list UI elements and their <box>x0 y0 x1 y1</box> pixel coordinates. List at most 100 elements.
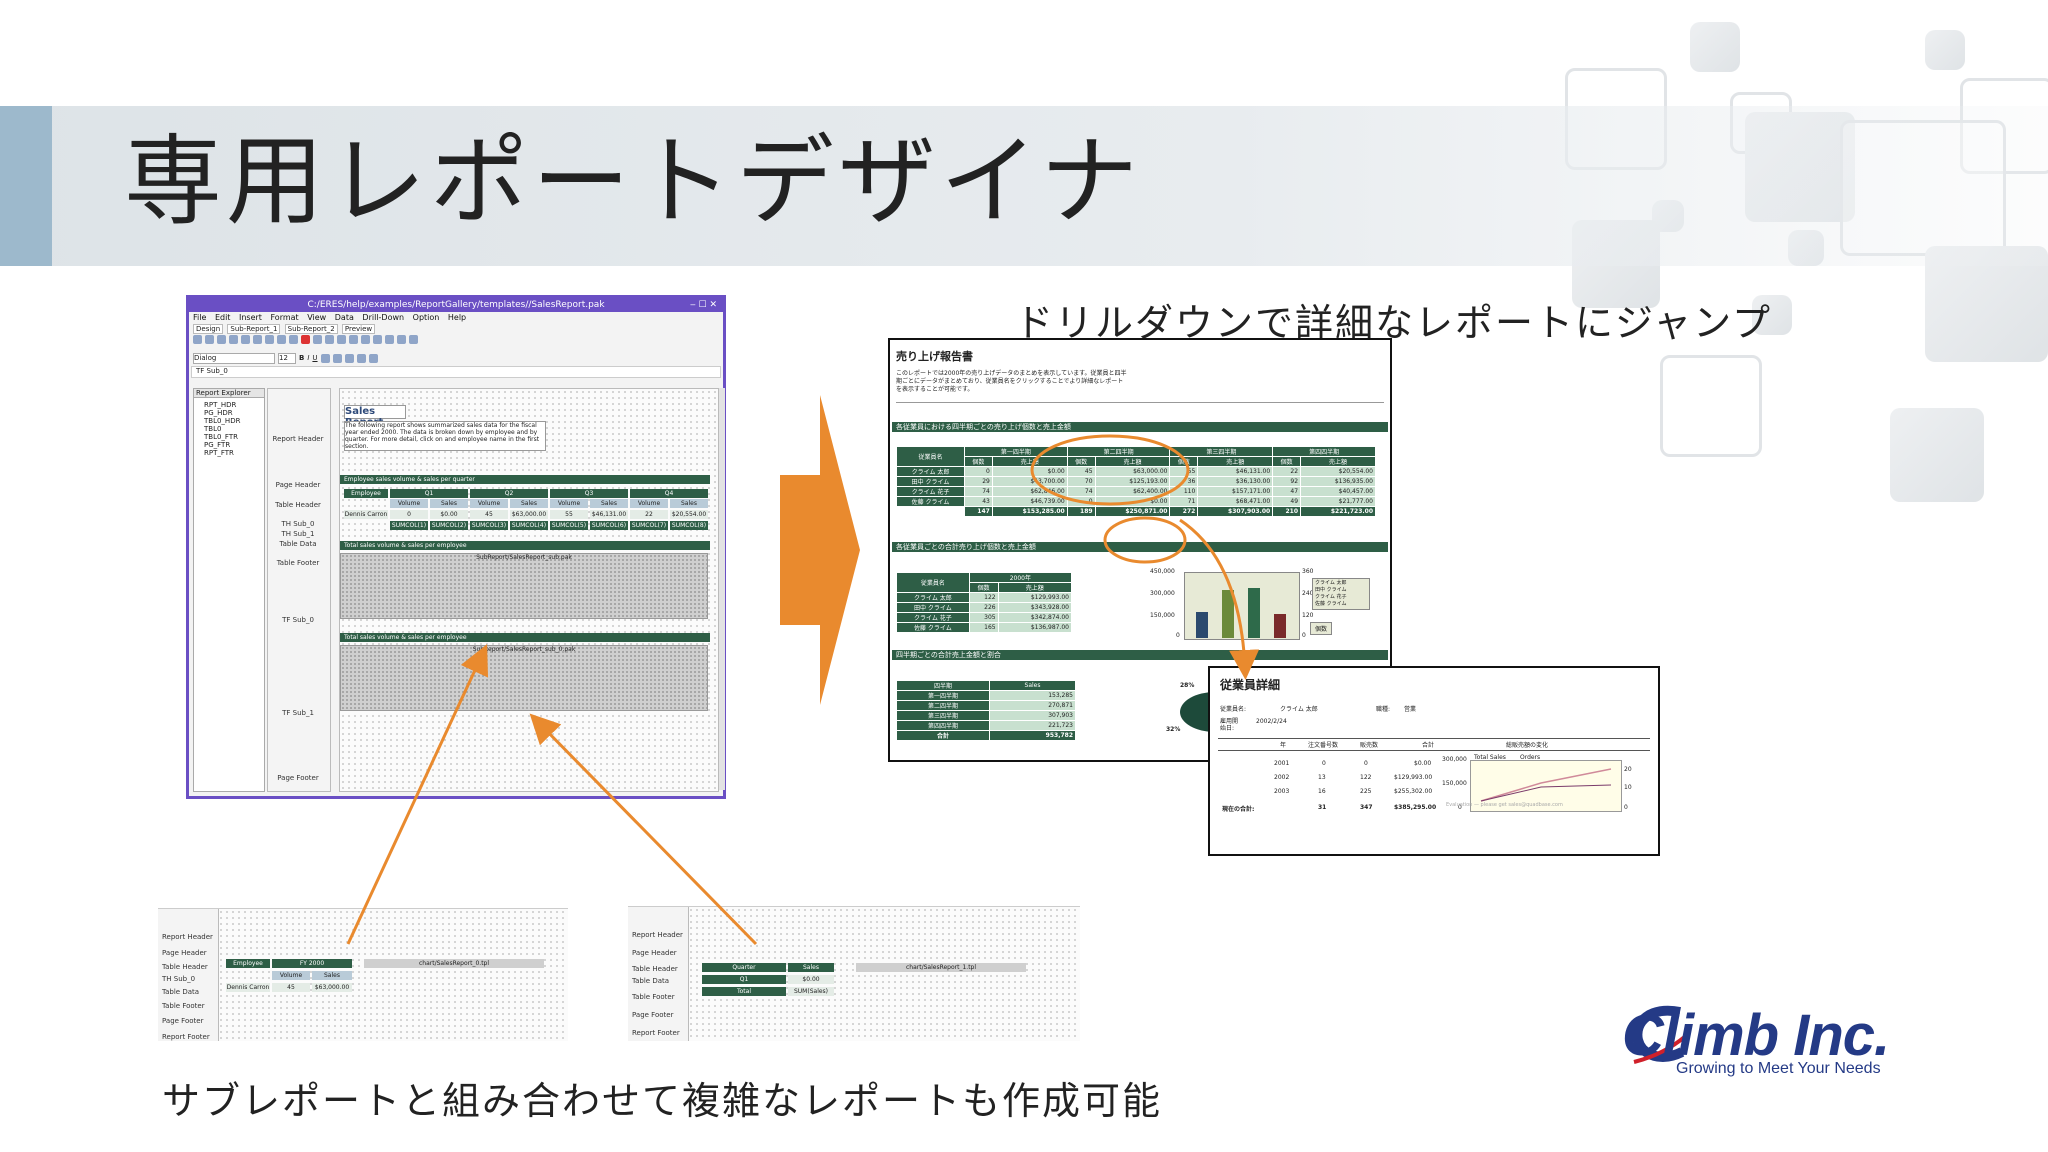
employee-link[interactable]: 佐藤 クライム <box>896 496 965 507</box>
section-bar-1[interactable]: Employee sales volume & sales per quarte… <box>340 475 710 484</box>
chart-icon[interactable] <box>337 335 346 344</box>
employee-link[interactable]: クライム 太郎 <box>896 592 970 603</box>
delete-icon[interactable] <box>301 335 310 344</box>
sum-cell[interactable]: SUMCOL(3) <box>470 521 508 530</box>
print-icon[interactable] <box>229 335 238 344</box>
menu-option[interactable]: Option <box>413 313 440 322</box>
subreport-icon[interactable] <box>361 335 370 344</box>
italic-icon[interactable]: I <box>307 354 309 362</box>
font-select[interactable]: Dialog <box>193 352 275 364</box>
subreport-placeholder-1[interactable]: SubReport/SalesReport_sub.pak <box>340 553 708 619</box>
image-icon[interactable] <box>325 335 334 344</box>
chart-placeholder[interactable]: chart/SalesReport_0.tpl <box>364 959 544 968</box>
tree-item[interactable]: TBL0 <box>204 425 264 433</box>
align-left-icon[interactable] <box>320 353 330 363</box>
band-table-header[interactable]: Table Header <box>268 501 328 509</box>
tree-item[interactable]: PG_FTR <box>204 441 264 449</box>
tree-item[interactable]: TBL0_HDR <box>204 417 264 425</box>
underline-icon[interactable]: U <box>312 354 317 362</box>
sum-cell[interactable]: SUMCOL(4) <box>510 521 548 530</box>
sum-cell[interactable]: SUMCOL(7) <box>630 521 668 530</box>
design-canvas[interactable]: Sales Report The following report shows … <box>339 388 719 792</box>
subheader-cell[interactable]: Sales <box>510 499 548 508</box>
subheader-cell[interactable]: Volume <box>470 499 508 508</box>
subreport-placeholder-2[interactable]: SubReport/SalesReport_sub_0.pak <box>340 645 708 711</box>
report-desc-field[interactable]: The following report shows summarized sa… <box>344 421 546 451</box>
menu-view[interactable]: View <box>307 313 326 322</box>
band-page-header[interactable]: Page Header <box>268 481 328 489</box>
header-cell[interactable]: Employee <box>226 959 270 968</box>
section-bar-2[interactable]: Total sales volume & sales per employee <box>340 541 710 550</box>
employee-link[interactable]: 佐藤 クライム <box>896 622 970 633</box>
menu-insert[interactable]: Insert <box>239 313 262 322</box>
globe-icon[interactable] <box>397 335 406 344</box>
data-cell[interactable]: $46,131.00 <box>590 510 628 519</box>
subheader-cell[interactable]: Volume <box>272 971 310 980</box>
total-cell[interactable]: Total <box>702 987 786 996</box>
header-cell[interactable]: Quarter <box>702 963 786 972</box>
align-center-icon[interactable] <box>332 353 342 363</box>
vertical-scrollbar[interactable] <box>719 388 725 790</box>
save-icon[interactable] <box>217 335 226 344</box>
subheader-cell[interactable]: Volume <box>550 499 588 508</box>
window-controls[interactable]: ‒ ☐ ✕ <box>690 298 717 312</box>
sum-cell[interactable]: SUMCOL(5) <box>550 521 588 530</box>
header-cell[interactable]: Employee <box>344 489 388 498</box>
band-tf-sub0[interactable]: TF Sub_0 <box>268 616 328 624</box>
tab-sub-report-2[interactable]: Sub-Report_2 <box>284 324 338 334</box>
bold-icon[interactable]: B <box>299 354 304 362</box>
table-icon[interactable] <box>349 335 358 344</box>
data-cell[interactable]: $63,000.00 <box>510 510 548 519</box>
data-cell[interactable]: 45 <box>272 983 310 992</box>
band-report-header[interactable]: Report Header <box>268 435 328 443</box>
sum-cell[interactable]: SUMCOL(8) <box>670 521 708 530</box>
border-icon[interactable] <box>356 353 366 363</box>
subheader-cell[interactable]: Volume <box>390 499 428 508</box>
selected-band-field[interactable]: TF Sub_0 <box>191 366 721 378</box>
sum-cell[interactable]: SUMCOL(1) <box>390 521 428 530</box>
employee-link[interactable]: 田中 クライム <box>896 476 965 487</box>
data-cell[interactable]: $0.00 <box>430 510 468 519</box>
band-page-footer[interactable]: Page Footer <box>268 774 328 782</box>
text-icon[interactable] <box>313 335 322 344</box>
chart-placeholder[interactable]: chart/SalesReport_1.tpl <box>856 963 1026 972</box>
subheader-cell[interactable]: Sales <box>670 499 708 508</box>
menu-data[interactable]: Data <box>335 313 354 322</box>
subheader-cell[interactable]: Volume <box>630 499 668 508</box>
menu-edit[interactable]: Edit <box>215 313 231 322</box>
header-cell[interactable]: FY 2000 <box>272 959 352 968</box>
menu-file[interactable]: File <box>193 313 206 322</box>
band-table-data[interactable]: Table Data <box>268 540 328 548</box>
report-title-field[interactable]: Sales Report <box>344 405 406 428</box>
subheader-cell[interactable]: Sales <box>590 499 628 508</box>
header-cell[interactable]: Q1 <box>390 489 468 498</box>
subheader-cell[interactable]: Sales <box>430 499 468 508</box>
data-cell[interactable]: Q1 <box>702 975 786 984</box>
employee-link[interactable]: クライム 花子 <box>896 486 965 497</box>
band-th-sub0[interactable]: TH Sub_0 <box>268 520 328 528</box>
header-cell[interactable]: Q4 <box>630 489 708 498</box>
data-cell[interactable]: Dennis Carron <box>344 510 388 519</box>
align-right-icon[interactable] <box>344 353 354 363</box>
tab-preview[interactable]: Preview <box>341 324 376 334</box>
tab-sub-report-1[interactable]: Sub-Report_1 <box>227 324 281 334</box>
sum-cell[interactable]: SUMCOL(2) <box>430 521 468 530</box>
sum-cell[interactable]: SUMCOL(6) <box>590 521 628 530</box>
subheader-cell[interactable]: Sales <box>312 971 352 980</box>
band-th-sub1[interactable]: TH Sub_1 <box>268 530 328 538</box>
header-cell[interactable]: Q3 <box>550 489 628 498</box>
tab-design[interactable]: Design <box>193 324 224 334</box>
grid-icon[interactable] <box>409 335 418 344</box>
menu-format[interactable]: Format <box>270 313 298 322</box>
formula-icon[interactable] <box>385 335 394 344</box>
data-cell[interactable]: 0 <box>390 510 428 519</box>
paste-icon[interactable] <box>289 335 298 344</box>
menu-drill-down[interactable]: Drill-Down <box>362 313 404 322</box>
menu-help[interactable]: Help <box>448 313 466 322</box>
total-cell[interactable]: SUM(Sales) <box>788 987 834 996</box>
employee-link[interactable]: 田中 クライム <box>896 602 970 613</box>
redo-icon[interactable] <box>253 335 262 344</box>
employee-link[interactable]: クライム 花子 <box>896 612 970 623</box>
font-size-select[interactable]: 12 <box>278 352 296 364</box>
data-cell[interactable]: $0.00 <box>788 975 834 984</box>
